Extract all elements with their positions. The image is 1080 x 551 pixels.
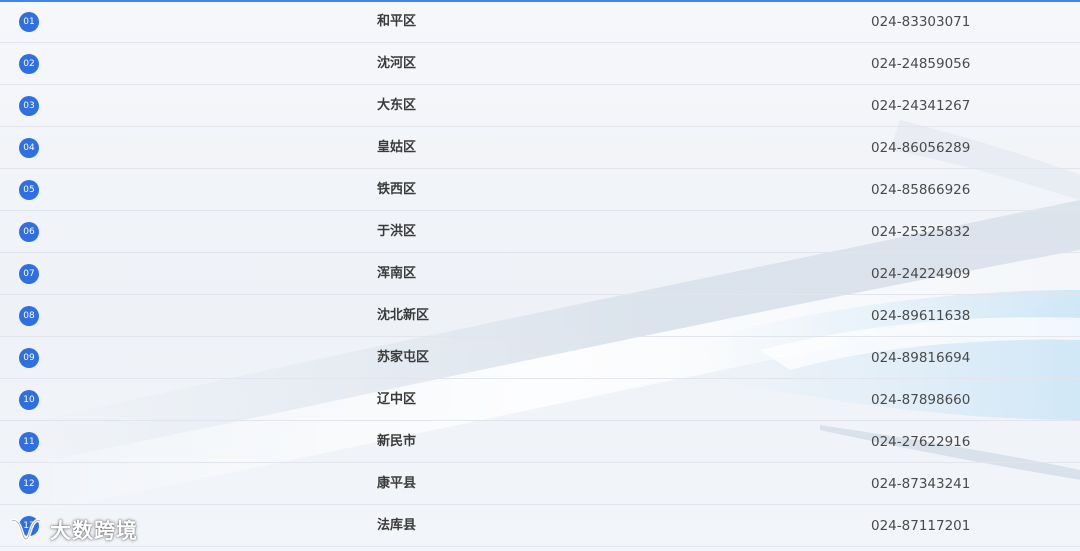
table-row: 13 法库县 024-87117201 — [0, 505, 1080, 547]
row-number-badge: 04 — [19, 138, 39, 158]
table-row: 03 大东区 024-24341267 — [0, 85, 1080, 127]
table-row: 05 铁西区 024-85866926 — [0, 169, 1080, 211]
row-number-badge: 11 — [19, 432, 39, 452]
district-name: 浑南区 — [377, 266, 417, 281]
district-name: 和平区 — [377, 14, 417, 29]
district-name: 苏家屯区 — [377, 350, 430, 365]
phone-number: 024-27622916 — [871, 434, 971, 450]
phone-number: 024-24224909 — [871, 266, 971, 282]
district-name: 大东区 — [377, 98, 417, 113]
district-name: 康平县 — [377, 476, 417, 491]
row-number-badge: 07 — [19, 264, 39, 284]
table-row: 08 沈北新区 024-89611638 — [0, 295, 1080, 337]
watermark-text: 大数跨境 — [50, 519, 138, 543]
district-name: 辽中区 — [377, 392, 417, 407]
top-accent-line — [0, 0, 1080, 2]
phone-number: 024-25325832 — [871, 224, 971, 240]
district-name: 新民市 — [377, 434, 417, 449]
phone-number: 024-86056289 — [871, 140, 971, 156]
table-row: 11 新民市 024-27622916 — [0, 421, 1080, 463]
phone-number: 024-87898660 — [871, 392, 971, 408]
district-name: 法库县 — [377, 518, 417, 533]
phone-number: 024-87117201 — [871, 518, 971, 534]
district-name: 于洪区 — [377, 224, 417, 239]
table-row: 07 浑南区 024-24224909 — [0, 253, 1080, 295]
table-row: 04 皇姑区 024-86056289 — [0, 127, 1080, 169]
row-number-badge: 01 — [19, 12, 39, 32]
table-row: 02 沈河区 024-24859056 — [0, 43, 1080, 85]
wechat-channel-icon — [10, 518, 42, 541]
table-row: 06 于洪区 024-25325832 — [0, 211, 1080, 253]
phone-number: 024-89611638 — [871, 308, 971, 324]
table-row: 12 康平县 024-87343241 — [0, 463, 1080, 505]
phone-number: 024-24859056 — [871, 56, 971, 72]
district-name: 铁西区 — [377, 182, 417, 197]
phone-number: 024-89816694 — [871, 350, 971, 366]
row-number-badge: 12 — [19, 474, 39, 494]
district-name: 沈河区 — [377, 56, 417, 71]
watermark: 大数跨境 — [8, 514, 138, 546]
table-row: 10 辽中区 024-87898660 — [0, 379, 1080, 421]
phone-number: 024-24341267 — [871, 98, 971, 114]
phone-number: 024-83303071 — [871, 14, 971, 30]
row-number-badge: 08 — [19, 306, 39, 326]
district-name: 沈北新区 — [377, 308, 430, 323]
row-number-badge: 05 — [19, 180, 39, 200]
row-number-badge: 03 — [19, 96, 39, 116]
phone-number: 024-87343241 — [871, 476, 971, 492]
phone-number: 024-85866926 — [871, 182, 971, 198]
row-number-badge: 10 — [19, 390, 39, 410]
row-number-badge: 09 — [19, 348, 39, 368]
table-row: 09 苏家屯区 024-89816694 — [0, 337, 1080, 379]
table-row: 01 和平区 024-83303071 — [0, 1, 1080, 43]
row-number-badge: 02 — [19, 54, 39, 74]
district-phone-table: 01 和平区 024-83303071 02 沈河区 024-24859056 03 大东区 0… — [0, 1, 1080, 547]
row-number-badge: 06 — [19, 222, 39, 242]
district-name: 皇姑区 — [377, 140, 417, 155]
